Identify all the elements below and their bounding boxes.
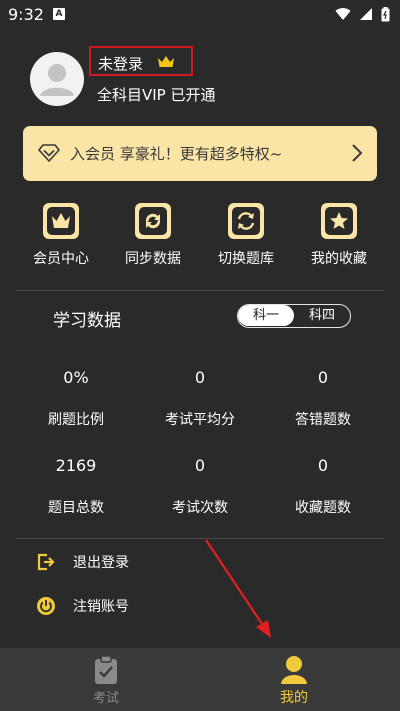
quick-action-label: 同步数据	[125, 251, 181, 267]
switch-icon	[228, 203, 264, 239]
user-icon	[281, 656, 307, 684]
stat-label: 题目总数	[48, 500, 104, 516]
diamond-icon	[38, 144, 60, 162]
tab-mine[interactable]: 我的	[194, 648, 394, 711]
my-favorites-button[interactable]: 我的收藏	[299, 203, 379, 269]
default-avatar-icon	[40, 64, 74, 96]
login-status: 未登录	[98, 55, 144, 73]
app-notification-icon: A	[53, 8, 65, 20]
stat-value: 0	[317, 368, 329, 387]
stat-value: 2169	[55, 456, 97, 475]
stat-label: 收藏题数	[295, 500, 351, 516]
member-center-button[interactable]: 会员中心	[21, 203, 101, 269]
sync-icon	[135, 203, 171, 239]
study-data-title: 学习数据	[53, 311, 121, 331]
stat-label: 考试次数	[172, 500, 228, 516]
logout-button[interactable]: 退出登录	[36, 550, 236, 574]
segment-ke4[interactable]: 科四	[294, 305, 350, 326]
stat-label: 刷题比例	[48, 412, 104, 428]
stat-value: 0%	[63, 368, 89, 387]
status-icons	[335, 6, 390, 22]
sync-data-button[interactable]: 同步数据	[113, 203, 193, 269]
switch-bank-button[interactable]: 切换题库	[206, 203, 286, 269]
subject-toggle: 科一 科四	[237, 304, 351, 328]
membership-banner[interactable]: 入会员 享豪礼！更有超多特权~	[23, 126, 377, 181]
stat-value: 0	[194, 368, 206, 387]
quick-action-label: 切换题库	[218, 251, 274, 267]
wifi-icon	[335, 8, 351, 20]
stat-value: 0	[317, 456, 329, 475]
banner-text: 入会员 享豪礼！更有超多特权~	[70, 145, 283, 163]
logout-icon	[37, 553, 55, 571]
login-status-highlight[interactable]: 未登录	[89, 46, 193, 76]
battery-icon	[381, 6, 390, 21]
star-icon	[321, 203, 357, 239]
divider	[16, 290, 384, 291]
divider	[16, 538, 384, 539]
logout-label: 退出登录	[73, 555, 129, 571]
stat-label: 考试平均分	[165, 412, 235, 428]
quick-action-label: 我的收藏	[311, 251, 367, 267]
avatar[interactable]	[30, 52, 84, 106]
vip-status: 全科目VIP 已开通	[97, 86, 216, 104]
signal-icon	[360, 8, 372, 20]
profile-header: 未登录 全科目VIP 已开通	[0, 40, 400, 130]
status-time: 9:32	[8, 5, 44, 24]
stat-value: 0	[194, 456, 206, 475]
quick-action-label: 会员中心	[33, 251, 89, 267]
clipboard-icon	[95, 655, 117, 684]
deactivate-account-label: 注销账号	[73, 599, 129, 615]
stat-label: 答错题数	[295, 412, 351, 428]
power-icon	[37, 597, 55, 615]
crown-icon	[43, 203, 79, 239]
deactivate-account-button[interactable]: 注销账号	[36, 594, 236, 618]
quick-actions: 会员中心 同步数据 切换题库 我的收藏	[0, 203, 400, 269]
chevron-right-icon	[352, 144, 363, 162]
segment-ke1[interactable]: 科一	[238, 305, 294, 326]
tab-label: 考试	[92, 691, 119, 706]
bottom-tab-bar: 考试 我的	[0, 648, 400, 711]
vip-crown-icon	[158, 56, 174, 67]
status-bar: 9:32 A	[0, 0, 400, 28]
tab-exam[interactable]: 考试	[6, 648, 206, 711]
tab-label: 我的	[280, 690, 308, 706]
